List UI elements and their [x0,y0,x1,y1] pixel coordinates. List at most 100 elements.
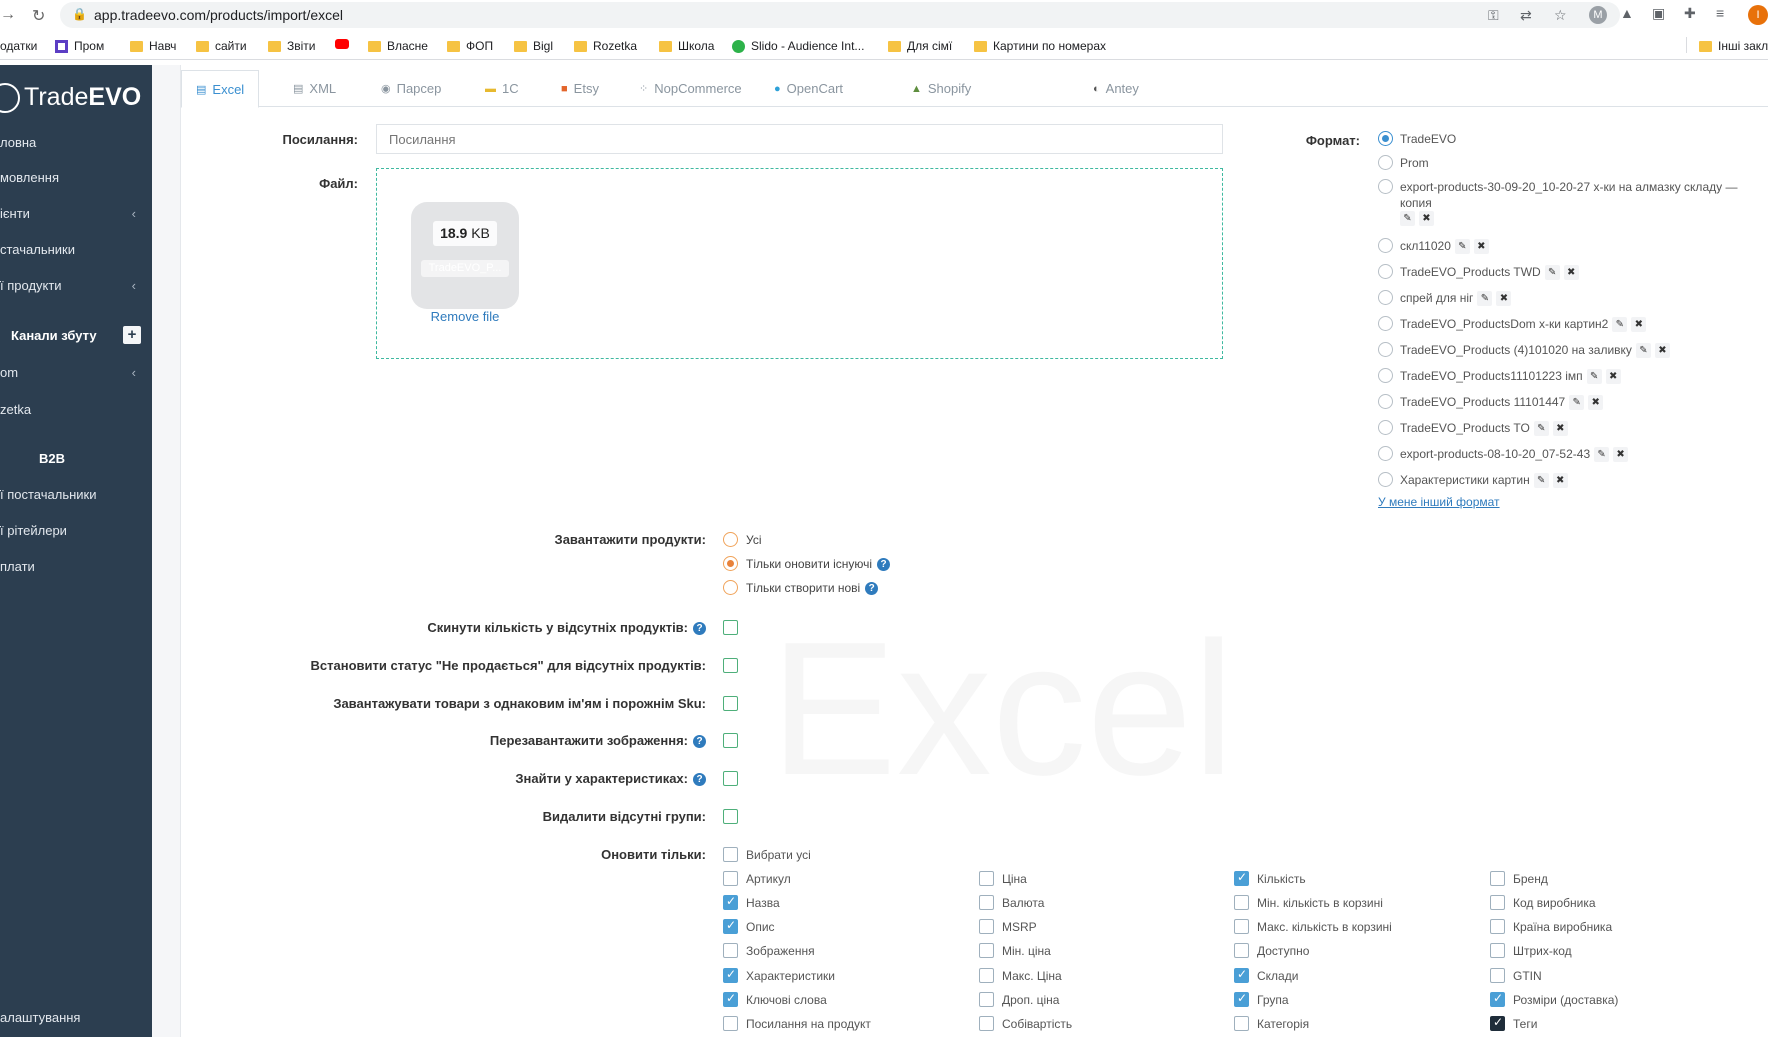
tab-excel[interactable]: ▤ Excel [181,70,260,108]
radio[interactable] [1378,368,1393,383]
field-checkbox[interactable] [1490,991,1505,1007]
field-checkbox[interactable] [979,919,994,934]
bookmark-item[interactable]: Навч [130,39,176,53]
field-checkbox[interactable] [1490,919,1505,934]
field-checkbox[interactable] [723,894,738,910]
delete-format-icon[interactable]: ✖ [1613,447,1629,463]
remove-file-link[interactable]: Remove file [411,309,519,324]
sidebar-item-clients[interactable]: ієнти ‹ [0,206,152,221]
edit-format-icon[interactable]: ✎ [1533,473,1549,489]
puzzle-icon[interactable]: ✚ [1684,5,1696,22]
bookmark-item[interactable] [335,39,349,49]
radio[interactable] [1378,155,1393,170]
bookmark-item[interactable]: Пром [55,39,104,53]
edit-format-icon[interactable]: ✎ [1477,291,1493,307]
field-checkbox[interactable] [979,871,994,886]
field-checkbox[interactable] [1234,919,1249,934]
bookmark-item[interactable]: Картини по номерах [974,39,1106,53]
delete-format-icon[interactable]: ✖ [1563,265,1579,281]
radio[interactable] [1378,446,1393,461]
url-text[interactable]: app.tradeevo.com/products/import/excel [94,7,343,23]
bookmark-item[interactable]: Школа [659,39,714,53]
add-channel-button[interactable]: + [123,326,141,344]
delete-format-icon[interactable]: ✖ [1654,343,1670,359]
field-checkbox[interactable] [723,991,738,1007]
sidebar-item-products[interactable]: ї продукти ‹ [0,278,152,293]
sidebar-item-b2b-suppliers[interactable]: ї постачальники [0,487,152,502]
radio[interactable] [1378,179,1393,194]
not-for-sale-checkbox[interactable] [723,658,738,673]
bookmark-item[interactable]: сайти [196,39,247,53]
reset-qty-checkbox[interactable] [723,620,738,635]
field-checkbox[interactable] [723,1016,738,1031]
field-checkbox[interactable] [979,943,994,958]
find-in-attributes-checkbox[interactable] [723,771,738,786]
upload-option-all[interactable]: Усі [746,533,762,547]
extension-m-icon[interactable]: M [1589,6,1607,24]
bookmark-item[interactable]: Bigl [514,39,553,53]
forward-icon[interactable]: → [0,6,16,24]
field-checkbox[interactable] [1490,1015,1505,1031]
edit-format-icon[interactable]: ✎ [1569,395,1585,411]
bookmark-item[interactable]: Звіти [268,39,316,53]
radio[interactable] [1378,238,1393,253]
delete-format-icon[interactable]: ✖ [1631,317,1647,333]
delete-format-icon[interactable]: ✖ [1552,473,1568,489]
field-checkbox[interactable] [979,968,994,983]
field-checkbox[interactable] [723,943,738,958]
delete-groups-checkbox[interactable] [723,809,738,824]
field-checkbox[interactable] [1234,943,1249,958]
edit-format-icon[interactable]: ✎ [1400,211,1415,227]
radio[interactable] [1378,290,1393,305]
field-checkbox[interactable] [1490,968,1505,983]
tab-antey[interactable]: ◐ Antey [1079,70,1153,107]
tab-etsy[interactable]: ■ Etsy [547,70,613,107]
edit-format-icon[interactable]: ✎ [1586,369,1602,385]
field-checkbox[interactable] [1234,1016,1249,1031]
field-checkbox[interactable] [723,871,738,886]
field-checkbox[interactable] [723,918,738,934]
tab-shopify[interactable]: ▲ Shopify [897,70,985,107]
other-format-link[interactable]: У мене інший формат [1378,495,1500,509]
field-checkbox[interactable] [979,992,994,1007]
edit-format-icon[interactable]: ✎ [1544,265,1560,281]
cast-icon[interactable]: ▣ [1652,5,1665,22]
sidebar-item-home[interactable]: ловна [0,135,152,150]
field-checkbox[interactable] [1234,895,1249,910]
bookmark-item[interactable]: Для сімї [888,39,952,53]
field-checkbox[interactable] [979,895,994,910]
translate-icon[interactable]: ⇄ [1520,7,1532,24]
help-icon[interactable]: ? [865,582,879,596]
help-icon[interactable]: ? [877,558,891,572]
tab-xml[interactable]: ▤ XML [279,70,350,107]
bookmark-item[interactable]: ФОП [447,39,493,53]
field-checkbox[interactable] [1234,870,1249,886]
edit-format-icon[interactable]: ✎ [1454,239,1470,255]
file-dropzone[interactable]: 18.9 KB TradeEVO_P... Remove file [376,168,1223,359]
key-icon[interactable]: ⚿ [1488,7,1499,24]
bookmark-item[interactable]: Slido - Audience Int... [732,39,864,53]
upload-option-create[interactable]: Тільки створити нові? [746,581,879,596]
radio[interactable] [723,532,738,547]
radio[interactable] [723,580,738,595]
reload-images-checkbox[interactable] [723,733,738,748]
tab-parser[interactable]: ◉ Парсер [367,70,455,107]
sidebar-item-channel-prom[interactable]: om ‹ [0,365,152,380]
delete-format-icon[interactable]: ✖ [1419,211,1434,227]
field-checkbox[interactable] [1490,895,1505,910]
link-input[interactable] [376,124,1223,154]
sidebar-item-payments[interactable]: плати [0,559,152,574]
field-checkbox[interactable] [1490,943,1505,958]
sidebar-item-b2b-retailers[interactable]: ї рітейлери [0,523,152,538]
edit-format-icon[interactable]: ✎ [1635,343,1651,359]
radio[interactable] [1378,316,1393,331]
logo[interactable]: TradeEVO [24,83,141,112]
radio[interactable] [1378,472,1393,487]
edit-format-icon[interactable]: ✎ [1594,447,1610,463]
help-icon[interactable]: ? [693,735,706,749]
sidebar-item-orders[interactable]: мовлення [0,170,152,185]
delete-format-icon[interactable]: ✖ [1496,291,1512,307]
tab-opencart[interactable]: ● OpenCart [760,70,857,107]
playlist-icon[interactable]: ≡ [1716,5,1724,21]
delete-format-icon[interactable]: ✖ [1605,369,1621,385]
